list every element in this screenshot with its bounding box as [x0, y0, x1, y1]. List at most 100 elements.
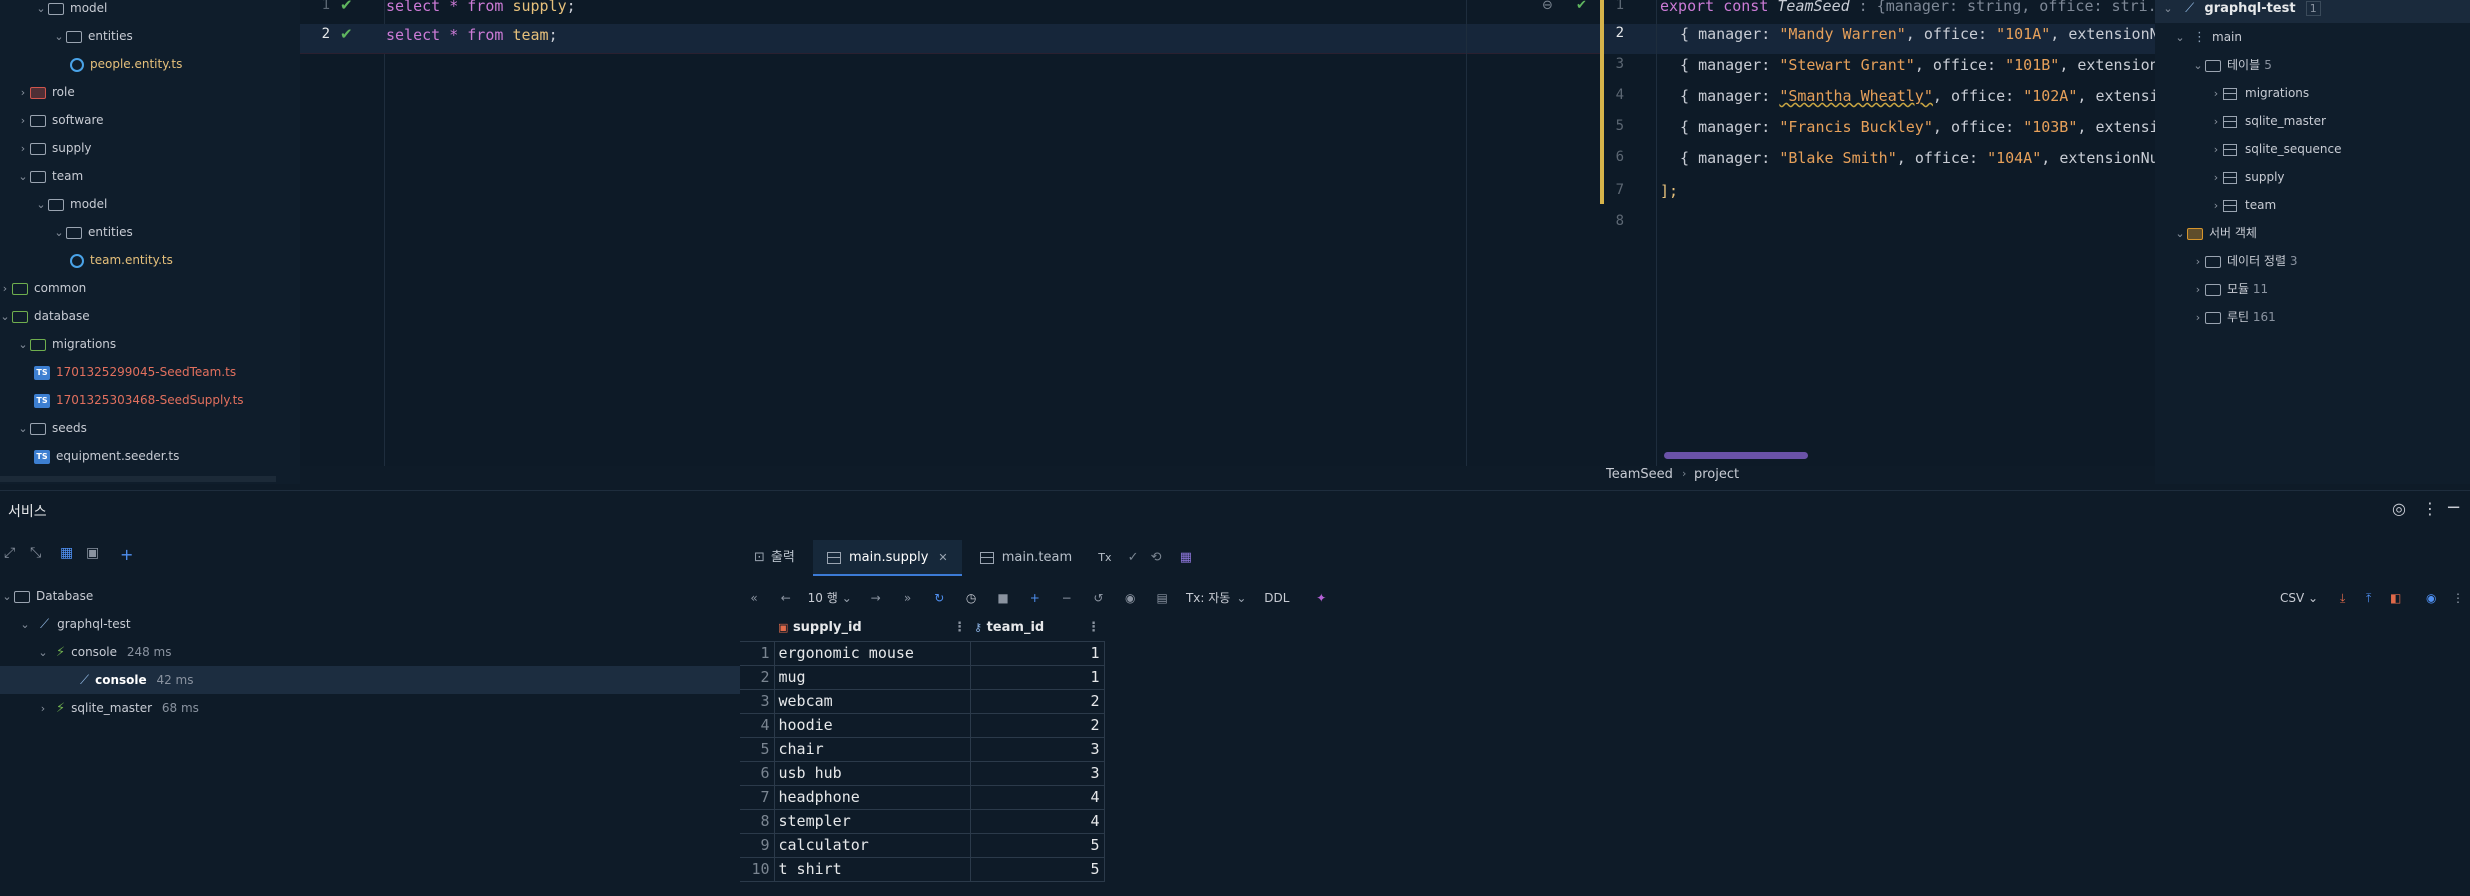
services-tree-item[interactable]: › ⚡ sqlite_master 68 ms [36, 694, 199, 722]
chevron-right-icon[interactable]: › [16, 107, 30, 135]
chevron-right-icon[interactable]: › [2191, 248, 2205, 276]
compare-icon[interactable]: ◧ [2390, 586, 2401, 610]
tab-main-supply[interactable]: main.supply ✕ [812, 540, 962, 576]
column-header-team-id[interactable]: ⚷ team_id ⋮ [970, 615, 1104, 642]
tree-item[interactable]: TS 1701325299045-SeedTeam.ts [34, 358, 236, 386]
table-row[interactable]: 2 mug 1 [740, 664, 1105, 690]
view-icon[interactable]: ◉ [1122, 586, 1138, 610]
rollback-icon[interactable]: ⟲ [1147, 540, 1166, 576]
breadcrumb-item[interactable]: TeamSeed [1606, 467, 1673, 482]
db-table-item[interactable]: › sqlite_sequence [2209, 135, 2342, 163]
chevron-right-icon[interactable]: › [2209, 192, 2223, 220]
history-icon[interactable]: ◷ [963, 586, 979, 610]
chevron-down-icon[interactable]: ⌄ [0, 303, 12, 331]
tx-label[interactable]: Tx [1090, 540, 1119, 576]
cell-team-id[interactable]: 5 [969, 832, 1105, 858]
chevron-right-icon[interactable]: › [2191, 304, 2205, 332]
tree-item[interactable]: ⌄ migrations [16, 330, 116, 358]
tree-item[interactable]: ⌄ model [34, 0, 107, 22]
chevron-down-icon[interactable]: ⌄ [52, 23, 66, 51]
chevron-down-icon[interactable]: ⌄ [16, 415, 30, 443]
cell-supply-id[interactable]: webcam [773, 688, 971, 714]
db-table-item[interactable]: › migrations [2209, 79, 2309, 107]
download-icon[interactable]: ⤓ [2340, 586, 2345, 610]
chevron-down-icon[interactable]: ⌄ [34, 0, 48, 23]
db-table-item[interactable]: › sqlite_master [2209, 107, 2326, 135]
eye-icon[interactable]: ◉ [2426, 586, 2436, 610]
tree-item[interactable]: TS 1701325303468-SeedSupply.ts [34, 386, 244, 414]
cell-team-id[interactable]: 3 [969, 736, 1105, 762]
add-row-icon[interactable]: + [1027, 586, 1043, 610]
breadcrumb-item[interactable]: project [1694, 467, 1739, 482]
chevron-down-icon[interactable]: ⌄ [16, 331, 30, 359]
revert-icon[interactable]: ↺ [1090, 586, 1106, 610]
chevron-right-icon[interactable]: › [0, 275, 12, 303]
tree-item[interactable]: ⌄ team [16, 162, 83, 190]
db-table-item[interactable]: › team [2209, 191, 2276, 219]
tree-item[interactable]: › software [16, 106, 104, 134]
table-row[interactable]: 7 headphone 4 [740, 784, 1105, 810]
cell-supply-id[interactable]: usb hub [773, 760, 971, 786]
table-row[interactable]: 1 ergonomic mouse 1 [740, 640, 1105, 666]
db-root[interactable]: ⌄ ⟋ graphql-test 1 [2155, 0, 2470, 23]
settings-icon[interactable]: ◎ [2392, 499, 2406, 518]
cell-team-id[interactable]: 4 [969, 808, 1105, 834]
table-row[interactable]: 3 webcam 2 [740, 688, 1105, 714]
inspection-icon[interactable]: ⊖ [1542, 0, 1553, 13]
chevron-right-icon[interactable]: › [2209, 164, 2223, 192]
next-page-icon[interactable]: → [868, 586, 884, 610]
more-icon[interactable]: ⋮ [2452, 586, 2464, 610]
tx-mode-select[interactable]: Tx: 자동 [1186, 591, 1230, 605]
cell-supply-id[interactable]: hoodie [773, 712, 971, 738]
cell-supply-id[interactable]: mug [773, 664, 971, 690]
ts-editor[interactable]: 1 export const TeamSeed : {manager: stri… [1600, 0, 2211, 466]
db-group-item[interactable]: › 데이터 정렬 3 [2191, 247, 2298, 276]
refresh-icon[interactable]: ↻ [931, 586, 947, 610]
tree-item[interactable]: TS equipment.seeder.ts [34, 442, 179, 470]
chevron-down-icon[interactable]: ⌄ [34, 191, 48, 219]
services-tree-item[interactable]: ⟋ console 42 ms [0, 666, 740, 694]
chevron-right-icon[interactable]: › [16, 79, 30, 107]
db-group-item[interactable]: › 루틴 161 [2191, 303, 2276, 331]
cell-supply-id[interactable]: ergonomic mouse [773, 640, 971, 666]
db-table-item[interactable]: › supply [2209, 163, 2285, 191]
tree-item[interactable]: ⌄ model [34, 190, 107, 218]
tree-item[interactable]: › supply [16, 134, 92, 162]
tree-item[interactable]: ⌄ database [0, 302, 89, 331]
column-header-supply-id[interactable]: ▣ supply_id ⋮ [774, 615, 970, 642]
cell-team-id[interactable]: 3 [969, 760, 1105, 786]
tab-main-team[interactable]: main.team [966, 540, 1086, 576]
server-objects-folder[interactable]: ⌄ 서버 객체 [2173, 219, 2257, 247]
commit-icon[interactable]: ✓ [1124, 540, 1143, 576]
prev-page-icon[interactable]: ← [778, 586, 794, 610]
services-tree-item[interactable]: ⌄ ⚡ console 248 ms [36, 638, 171, 666]
cell-team-id[interactable]: 4 [969, 784, 1105, 810]
cell-team-id[interactable]: 5 [969, 856, 1105, 882]
tree-item[interactable]: ⌄ entities [52, 218, 132, 246]
close-icon[interactable]: ✕ [938, 551, 947, 564]
chevron-right-icon[interactable]: › [2191, 276, 2205, 304]
table-row[interactable]: 5 chair 3 [740, 736, 1105, 762]
cell-team-id[interactable]: 2 [969, 712, 1105, 738]
cell-team-id[interactable]: 2 [969, 688, 1105, 714]
db-group-item[interactable]: › 모듈 11 [2191, 275, 2268, 303]
table-row[interactable]: 8 stempler 4 [740, 808, 1105, 834]
minimize-icon[interactable]: − [2446, 497, 2461, 518]
page-size-select[interactable]: 10 행 [808, 591, 838, 605]
cell-supply-id[interactable]: chair [773, 736, 971, 762]
export-format-select[interactable]: CSV ⌄ [2280, 586, 2318, 610]
table-row[interactable]: 6 usb hub 3 [740, 760, 1105, 786]
chevron-down-icon[interactable]: ⌄ [36, 639, 50, 667]
tree-item[interactable]: ⌄ entities [52, 22, 132, 51]
stop-icon[interactable]: ■ [995, 586, 1011, 610]
grid-icon[interactable]: ▦ [1170, 540, 1202, 576]
cell-supply-id[interactable]: stempler [773, 808, 971, 834]
horizontal-scrollbar[interactable] [1664, 452, 1808, 459]
pin-icon[interactable]: ✦ [1313, 586, 1329, 610]
table-row[interactable]: 10 t shirt 5 [740, 856, 1105, 882]
tree-item[interactable]: ⌄ seeds [16, 414, 87, 442]
cell-supply-id[interactable]: headphone [773, 784, 971, 810]
ddl-button[interactable]: DDL [1264, 591, 1289, 605]
chevron-right-icon[interactable]: › [16, 135, 30, 163]
upload-icon[interactable]: ⤒ [2366, 586, 2371, 610]
